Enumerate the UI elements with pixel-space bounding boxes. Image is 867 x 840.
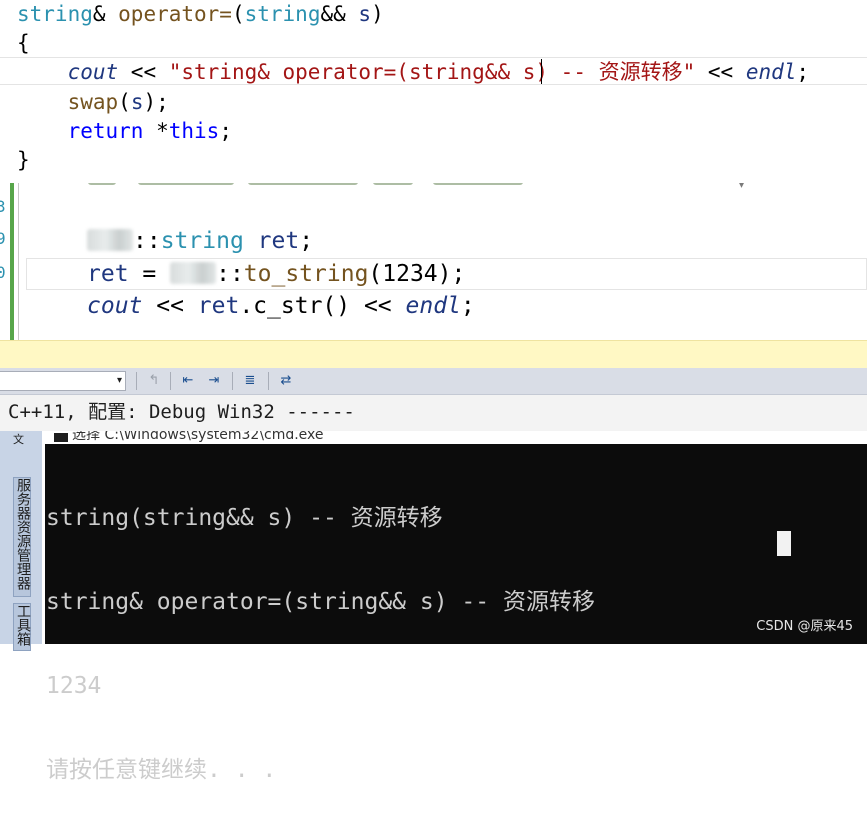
code-line: ::string ret;: [87, 225, 313, 257]
code-token: &: [92, 2, 119, 26]
code-token: *: [143, 119, 169, 143]
console-line: 1234: [46, 673, 102, 699]
code-line: {: [17, 29, 30, 57]
code-line: ret = ::to_string(1234);: [87, 261, 466, 287]
code-line: return *this;: [17, 117, 232, 145]
clear-all-icon[interactable]: ≣: [240, 371, 260, 391]
code-token: "string& operator=(string&& s) -- 资源转移": [168, 60, 696, 84]
go-to-previous-icon[interactable]: ↰: [144, 371, 164, 391]
line-number: 0: [0, 263, 6, 282]
code-token: ;: [219, 119, 232, 143]
build-output-text: C++11, 配置: Debug Win32 ------: [8, 401, 355, 423]
code-token: <<: [118, 60, 169, 84]
chevron-down-icon: ▾: [116, 375, 122, 386]
toolbar-separator: [136, 372, 137, 390]
code-token: {: [17, 31, 30, 55]
code-token: (: [231, 2, 245, 26]
code-token: this: [168, 119, 220, 143]
code-token: ;: [796, 60, 810, 84]
console-titlebar[interactable]: 选择 C:\Windows\system32\cmd.exe: [42, 431, 867, 444]
line-number: 3: [0, 197, 6, 216]
toolbar-separator: [268, 372, 269, 390]
line-number: 9: [0, 229, 6, 248]
code-token: ): [371, 2, 384, 26]
toolbar-separator: [170, 372, 171, 390]
code-line: }: [17, 146, 30, 174]
scroll-marker-icon: ▾: [739, 183, 745, 191]
output-source-dropdown[interactable]: ▾: [0, 371, 126, 391]
output-pane: C++11, 配置: Debug Win32 ------: [0, 395, 867, 431]
toolbar-separator: [232, 372, 233, 390]
blurred-namespace: [170, 262, 217, 284]
output-toolbar: ▾ ↰ ⇤ ⇥ ≣ ⇄: [0, 368, 867, 395]
console-line: string& operator=(string&& s) -- 资源转移: [46, 589, 595, 615]
blurred-namespace: [87, 229, 133, 251]
console-line: 请按任意键继续. . .: [46, 757, 277, 783]
code-token: endl: [745, 60, 797, 84]
code-token: s: [358, 2, 372, 26]
window-border: [42, 444, 45, 644]
code-token: string: [17, 2, 93, 26]
code-token: );: [143, 90, 169, 114]
code-editor-top[interactable]: string& operator=(string&& s){ cout << "…: [0, 0, 867, 183]
console-output: string(string&& s) -- 资源转移 string& opera…: [46, 448, 595, 840]
code-token: s: [130, 90, 144, 114]
scrolled-partial-line: [88, 183, 528, 191]
console-cursor: [777, 531, 791, 556]
console-line: string(string&& s) -- 资源转移: [46, 505, 443, 531]
watermark: CSDN @原来45: [756, 619, 853, 634]
code-token: swap: [67, 90, 119, 114]
change-tracking-bar: [10, 183, 14, 340]
code-line: string& operator=(string&& s): [17, 0, 384, 28]
code-token: cout: [67, 60, 119, 84]
code-line: cout << "string& operator=(string&& s) -…: [17, 58, 809, 86]
cmd-icon: [54, 433, 68, 442]
side-top-label: 文件: [13, 433, 24, 445]
code-editor-bottom[interactable]: 3 9 0 ▾ ::string ret; ret = ::to_string(…: [0, 183, 867, 340]
find-previous-icon[interactable]: ⇤: [178, 371, 198, 391]
line-number-margin: 3 9 0: [0, 183, 8, 340]
side-tool-panel: 文件 服务器资源管理器 工具箱: [0, 431, 42, 651]
code-line: swap(s);: [17, 88, 169, 116]
tab-server-explorer[interactable]: 服务器资源管理器: [13, 477, 31, 597]
console-window[interactable]: 文件 服务器资源管理器 工具箱 选择 C:\Windows\system32\c…: [0, 431, 867, 783]
info-bar: [0, 340, 867, 368]
text-caret: [541, 59, 542, 84]
word-wrap-icon[interactable]: ⇄: [276, 371, 296, 391]
outline-guide: [18, 183, 19, 340]
code-token: &&: [320, 2, 359, 26]
code-token: return: [67, 119, 144, 143]
code-line: cout << ret.c_str() << endl;: [87, 293, 475, 319]
code-token: string: [244, 2, 321, 26]
find-next-icon[interactable]: ⇥: [204, 371, 224, 391]
code-token: }: [17, 148, 30, 172]
code-token: <<: [695, 60, 746, 84]
console-title: 选择 C:\Windows\system32\cmd.exe: [72, 431, 324, 443]
code-token: operator=: [118, 2, 232, 26]
code-token: (: [118, 90, 131, 114]
